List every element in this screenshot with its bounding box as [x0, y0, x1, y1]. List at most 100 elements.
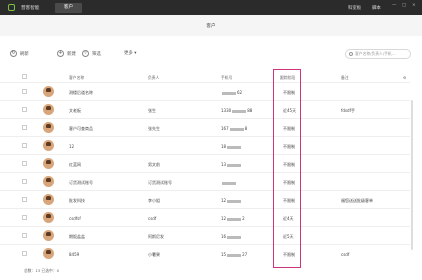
- row-checkbox[interactable]: [22, 197, 27, 202]
- toolbar: ↻ 刷新 + 新建 ▿ 筛选 更多 ▾ 客户名称/负责人/手机...: [0, 36, 422, 72]
- phone: 1330 88: [221, 108, 252, 113]
- phone: 12 2: [221, 216, 245, 221]
- phone: 62: [221, 90, 242, 95]
- select-all-checkbox[interactable]: [22, 74, 27, 79]
- search-placeholder: 客户名称/负责人/手机...: [355, 51, 396, 56]
- masked-phone: [232, 109, 247, 113]
- refresh-icon: ↻: [10, 50, 17, 57]
- avatar: [43, 86, 54, 97]
- phone: 16: [221, 234, 242, 239]
- note: csdf: [341, 252, 350, 257]
- search-input[interactable]: 客户名称/负责人/手机...: [345, 49, 411, 59]
- app-brand: 营客智能: [21, 6, 40, 11]
- row-checkbox[interactable]: [22, 89, 27, 94]
- refresh-button[interactable]: ↻ 刷新: [10, 50, 29, 58]
- avatar: [43, 230, 54, 241]
- avatar: [43, 212, 54, 223]
- table-row[interactable]: 期饭盐盐 阿斯尼发 16 近5天: [0, 226, 410, 244]
- masked-phone: [227, 217, 242, 221]
- customer-name[interactable]: 期饭盐盐: [69, 234, 85, 240]
- table-row[interactable]: 文老板 张生 1330 88 近45天 fdsdf手: [0, 100, 410, 118]
- top-link-script[interactable]: 脚本: [372, 5, 381, 11]
- table-footer: 总数：13 已选中：0: [24, 268, 60, 273]
- owner: 张先生: [148, 126, 160, 131]
- owner: 订货测试账号: [148, 180, 172, 185]
- customer-name[interactable]: csdfsf: [69, 216, 81, 221]
- table-row[interactable]: 12 18 不限制: [0, 136, 410, 154]
- tab-customers[interactable]: 客户: [55, 3, 82, 13]
- row-checkbox[interactable]: [22, 233, 27, 238]
- table-row[interactable]: 客户可查商品 张先生 167 8 不限制: [0, 118, 410, 136]
- filter-label: 筛选: [92, 52, 101, 57]
- masked-phone: [227, 199, 242, 203]
- phone-suffix: 2: [242, 216, 245, 221]
- phone-prefix: 18: [221, 144, 227, 149]
- table-row[interactable]: 批发科技 李小姐 12 不限制 福您送送批级客单: [0, 190, 410, 208]
- owner: 李小姐: [148, 198, 160, 203]
- avatar: [43, 248, 54, 259]
- note: fdsdf手: [341, 108, 355, 113]
- customer-name[interactable]: 8459: [69, 252, 79, 257]
- maximize-button[interactable]: □: [402, 3, 406, 8]
- owner: 张生: [148, 108, 156, 113]
- filter-icon: ▿: [82, 50, 89, 57]
- minimize-button[interactable]: —: [392, 3, 396, 8]
- row-checkbox[interactable]: [22, 251, 27, 256]
- phone-prefix: 1330: [221, 108, 232, 113]
- phone-suffix: 27: [242, 252, 248, 257]
- table-header: 客户名称 负责人 手机号 跟踪阶段 备注 ⚙: [0, 72, 422, 82]
- avatar: [43, 122, 54, 133]
- phone-prefix: 12: [221, 216, 227, 221]
- row-checkbox[interactable]: [22, 125, 27, 130]
- table-row[interactable]: 8459 小薯果 15 27 不限制 csdf: [0, 244, 410, 262]
- customer-name[interactable]: 批发科技: [69, 198, 85, 204]
- phone: 167 8: [221, 126, 247, 131]
- search-icon: [349, 52, 353, 56]
- col-phone[interactable]: 手机号: [221, 75, 232, 81]
- add-label: 新建: [67, 52, 76, 57]
- row-checkbox[interactable]: [22, 143, 27, 148]
- col-owner[interactable]: 负责人: [148, 75, 159, 81]
- top-link-dashboard[interactable]: 科室板: [348, 5, 361, 11]
- close-button[interactable]: ×: [412, 3, 416, 8]
- row-checkbox[interactable]: [22, 161, 27, 166]
- row-checkbox[interactable]: [22, 215, 27, 220]
- phone: 12: [221, 198, 242, 203]
- table-row[interactable]: 测楼后道名称 62 不限制: [0, 82, 410, 100]
- phone: 15 27: [221, 252, 247, 257]
- col-note[interactable]: 备注: [341, 75, 349, 81]
- more-button[interactable]: 更多 ▾: [124, 50, 136, 58]
- avatar: [43, 140, 54, 151]
- row-checkbox[interactable]: [22, 179, 27, 184]
- table-row[interactable]: 红蓝网 男文前 13 不限制: [0, 154, 410, 172]
- settings-icon[interactable]: ⚙: [403, 75, 406, 80]
- customer-name[interactable]: 红蓝网: [69, 162, 81, 168]
- phone: [221, 180, 237, 185]
- phone-prefix: 13: [221, 162, 227, 167]
- masked-phone: [227, 235, 242, 239]
- col-name[interactable]: 客户名称: [69, 75, 84, 81]
- app-logo-icon: [8, 4, 15, 11]
- phone-prefix: 12: [221, 198, 227, 203]
- refresh-label: 刷新: [20, 52, 29, 57]
- owner: csdf: [148, 216, 157, 221]
- table-row[interactable]: csdfsf csdf 12 2 近4天: [0, 208, 410, 226]
- customer-name[interactable]: 文老板: [69, 108, 81, 114]
- avatar: [43, 104, 54, 115]
- customer-name[interactable]: 客户可查商品: [69, 126, 93, 132]
- phone-suffix: 62: [237, 90, 243, 95]
- top-bar: 营客智能 客户 科室板 脚本 — □ ×: [0, 0, 422, 15]
- masked-phone: [227, 163, 242, 167]
- customer-name[interactable]: 测楼后道名称: [69, 90, 93, 96]
- chevron-down-icon: ▾: [134, 51, 137, 56]
- customer-name[interactable]: 订货测试账号: [69, 180, 93, 186]
- customer-name[interactable]: 12: [69, 144, 74, 149]
- add-button[interactable]: + 新建: [57, 50, 76, 58]
- avatar: [43, 194, 54, 205]
- scrollbar[interactable]: [411, 100, 413, 250]
- table-row[interactable]: 订货测试账号 订货测试账号 不限制: [0, 172, 410, 190]
- owner: 小薯果: [148, 252, 160, 257]
- masked-phone: [222, 181, 236, 185]
- filter-button[interactable]: ▿ 筛选: [82, 50, 101, 58]
- row-checkbox[interactable]: [22, 107, 27, 112]
